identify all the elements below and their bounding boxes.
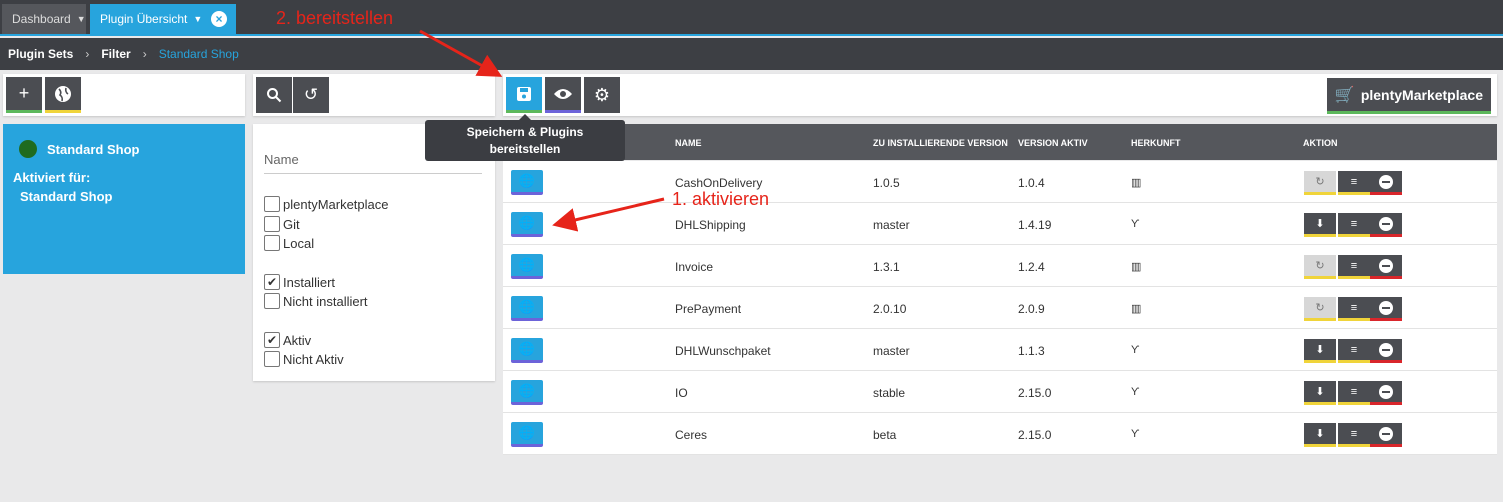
- annotation-arrows: [419, 29, 665, 232]
